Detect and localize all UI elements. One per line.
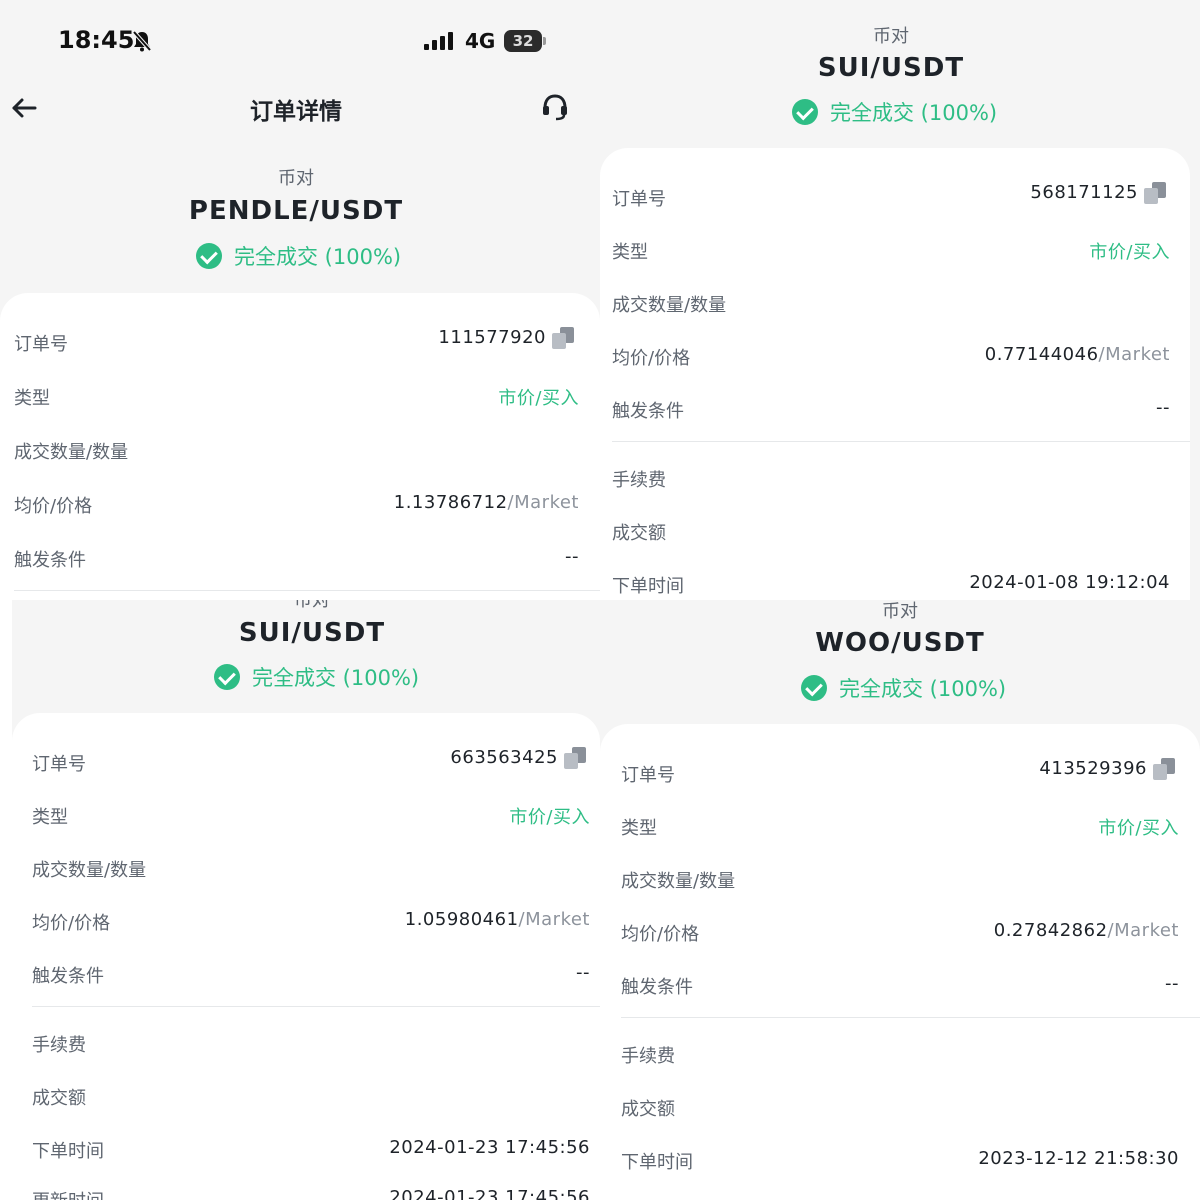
copy-icon[interactable]	[1153, 758, 1175, 780]
pair-title: SUI/USDT	[238, 618, 386, 648]
divider	[32, 1006, 600, 1007]
order-id-label: 订单号	[621, 765, 675, 786]
type-value: 市价/买入	[509, 807, 590, 828]
order-time-value: 2023-12-12 21:58:30	[978, 1148, 1179, 1169]
order-id-label: 订单号	[612, 189, 666, 210]
network-type: 4G	[465, 29, 496, 53]
type-label: 类型	[32, 807, 68, 828]
avg-price-label: 均价/价格	[612, 348, 691, 369]
turnover-label: 成交额	[612, 523, 666, 544]
status-bar-time: 18:45	[58, 26, 135, 54]
trigger-label: 触发条件	[32, 966, 104, 987]
avg-price-value: 1.13786712/Market	[393, 492, 579, 513]
fee-label: 手续费	[612, 470, 666, 491]
fill-status: 完全成交 (100%)	[792, 97, 997, 127]
fill-status: 完全成交 (100%)	[214, 662, 419, 692]
pair-caption: 币对	[294, 600, 330, 611]
order-time-value: 2024-01-23 17:45:56	[389, 1137, 590, 1158]
order-detail-card: 订单号 568171125 类型 市价/买入 成交数量/数量 均价/价格 0.7…	[600, 148, 1190, 600]
divider	[14, 590, 600, 591]
copy-icon[interactable]	[552, 327, 574, 349]
order-id-label: 订单号	[14, 334, 68, 355]
battery-level: 32	[504, 30, 542, 52]
order-time-value: 2024-01-08 19:12:04	[969, 572, 1170, 593]
trigger-value: --	[576, 962, 590, 983]
filled-qty-label: 成交数量/数量	[14, 442, 129, 463]
pair-caption: 币对	[882, 601, 918, 622]
copy-icon[interactable]	[564, 747, 586, 769]
check-circle-icon	[801, 675, 827, 701]
order-panel-pendle: 18:45 4G 32 订单详情 币对 PENDLE/USDT 完全成交 (10…	[0, 0, 600, 600]
filled-qty-label: 成交数量/数量	[621, 871, 736, 892]
type-value: 市价/买入	[1098, 818, 1179, 839]
trigger-label: 触发条件	[612, 401, 684, 422]
divider	[612, 441, 1190, 442]
order-id-value: 413529396	[1039, 758, 1175, 780]
order-id-value: 568171125	[1030, 182, 1166, 204]
type-label: 类型	[612, 242, 648, 263]
order-id-value: 663563425	[450, 747, 586, 769]
order-id-value: 111577920	[438, 327, 574, 349]
pair-caption: 币对	[873, 26, 909, 47]
type-label: 类型	[621, 818, 657, 839]
order-panel-sui-1: 币对 SUI/USDT 完全成交 (100%) 订单号 568171125 类型…	[600, 0, 1200, 600]
trigger-value: --	[1156, 397, 1170, 418]
pair-title: WOO/USDT	[815, 628, 985, 658]
filled-qty-label: 成交数量/数量	[32, 860, 147, 881]
battery-icon: 32	[504, 30, 546, 52]
check-circle-icon	[792, 99, 818, 125]
avg-price-label: 均价/价格	[14, 496, 93, 517]
turnover-label: 成交额	[621, 1099, 675, 1120]
order-time-label: 下单时间	[32, 1141, 104, 1162]
type-label: 类型	[14, 388, 50, 409]
divider	[621, 1017, 1200, 1018]
check-circle-icon	[214, 664, 240, 690]
fee-label: 手续费	[32, 1035, 86, 1056]
trigger-label: 触发条件	[621, 977, 693, 998]
trigger-value: --	[565, 546, 579, 567]
avg-price-value: 1.05980461/Market	[404, 909, 590, 930]
order-panel-sui-2: 币对 SUI/USDT 完全成交 (100%) 订单号 663563425 类型…	[12, 600, 600, 1200]
order-time-label: 下单时间	[612, 576, 684, 597]
order-id-label: 订单号	[32, 754, 86, 775]
pair-title: PENDLE/USDT	[188, 196, 404, 226]
cell-signal-icon	[424, 32, 453, 50]
pair-caption: 币对	[278, 168, 314, 189]
type-value: 市价/买入	[1089, 242, 1170, 263]
avg-price-label: 均价/价格	[621, 924, 700, 945]
copy-icon[interactable]	[1144, 182, 1166, 204]
order-detail-card: 订单号 663563425 类型 市价/买入 成交数量/数量 均价/价格 1.0…	[12, 713, 600, 1200]
check-circle-icon	[196, 243, 222, 269]
avg-price-value: 0.77144046/Market	[984, 344, 1170, 365]
update-time-value: 2024-01-23 17:45:56	[389, 1187, 590, 1200]
filled-qty-label: 成交数量/数量	[612, 295, 727, 316]
type-value: 市价/买入	[498, 388, 579, 409]
order-detail-card: 订单号 111577920 类型 市价/买入 成交数量/数量 均价/价格 1.1…	[0, 293, 600, 600]
avg-price-value: 0.27842862/Market	[993, 920, 1179, 941]
fill-status: 完全成交 (100%)	[801, 673, 1006, 703]
turnover-label: 成交额	[32, 1088, 86, 1109]
trigger-label: 触发条件	[14, 550, 86, 571]
trigger-value: --	[1165, 973, 1179, 994]
fill-status: 完全成交 (100%)	[196, 241, 401, 271]
order-panel-woo: 币对 WOO/USDT 完全成交 (100%) 订单号 413529396 类型…	[600, 600, 1200, 1200]
pair-title: SUI/USDT	[817, 53, 965, 83]
order-time-label: 下单时间	[621, 1152, 693, 1173]
customer-service-headset-icon[interactable]	[540, 92, 570, 122]
bell-muted-icon	[132, 30, 152, 52]
fee-label: 手续费	[621, 1046, 675, 1067]
avg-price-label: 均价/价格	[32, 913, 111, 934]
order-detail-card: 订单号 413529396 类型 市价/买入 成交数量/数量 均价/价格 0.2…	[600, 724, 1200, 1200]
page-title: 订单详情	[250, 99, 342, 125]
update-time-label: 更新时间	[32, 1187, 104, 1200]
